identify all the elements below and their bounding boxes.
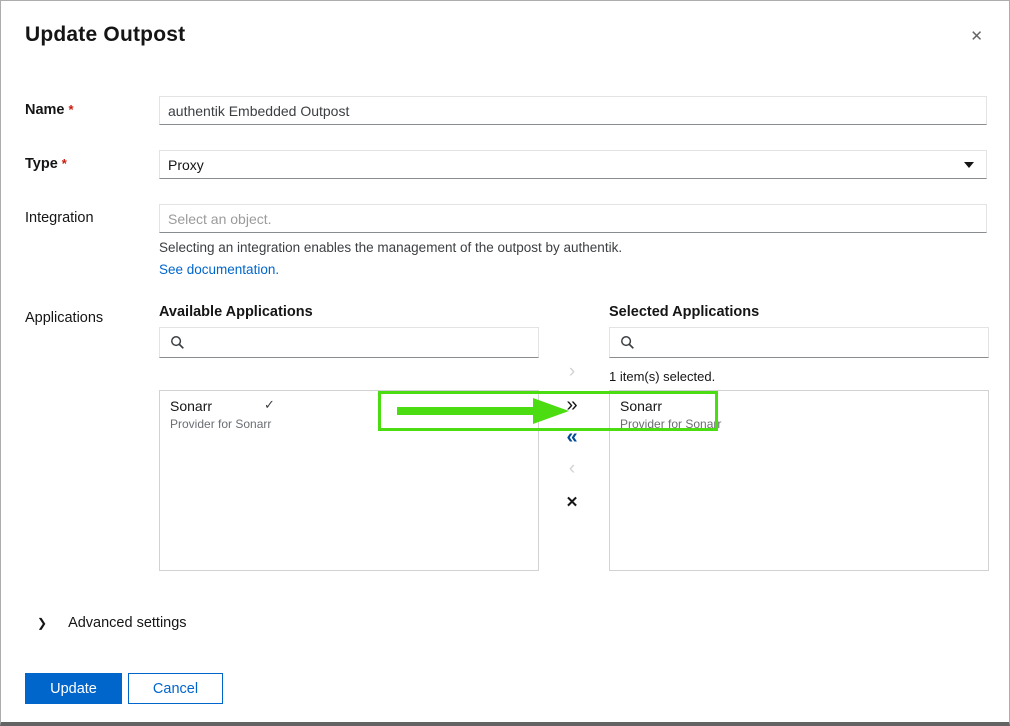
add-all-button[interactable]: » <box>557 392 587 418</box>
clear-selection-button[interactable]: ✕ <box>557 490 587 516</box>
available-search-input[interactable] <box>193 335 528 351</box>
list-item[interactable]: Sonarr Provider for Sonarr <box>610 391 988 437</box>
applications-label: Applications <box>25 310 103 326</box>
cancel-button[interactable]: Cancel <box>128 673 223 704</box>
selected-search-box <box>609 327 989 358</box>
add-selected-button[interactable]: › <box>557 359 587 385</box>
name-label: Name* <box>25 102 74 118</box>
update-outpost-modal: Update Outpost ✕ Name* Type* Proxy Integ… <box>0 0 1010 726</box>
list-item[interactable]: Sonarr Provider for Sonarr ✓ <box>160 391 538 437</box>
caret-down-icon <box>964 162 974 168</box>
required-asterisk: * <box>62 156 67 171</box>
application-name: Sonarr <box>170 398 528 414</box>
name-input[interactable] <box>159 96 987 125</box>
available-search-box <box>159 327 539 358</box>
selected-applications-header: Selected Applications <box>609 304 759 320</box>
advanced-settings-label: Advanced settings <box>68 615 187 631</box>
available-applications-list: Sonarr Provider for Sonarr ✓ <box>159 390 539 571</box>
remove-selected-button[interactable]: ‹ <box>557 456 587 482</box>
check-icon: ✓ <box>264 397 275 413</box>
update-button[interactable]: Update <box>25 673 122 704</box>
application-name: Sonarr <box>620 398 978 414</box>
remove-all-button[interactable]: « <box>557 424 587 450</box>
selected-search-input[interactable] <box>643 335 978 351</box>
integration-input[interactable] <box>159 204 987 233</box>
advanced-settings-toggle[interactable]: ❯ Advanced settings <box>25 609 191 637</box>
chevron-right-icon: ❯ <box>37 616 47 630</box>
integration-help-text: Selecting an integration enables the man… <box>159 240 622 255</box>
see-documentation-link[interactable]: See documentation. <box>159 262 279 277</box>
application-description: Provider for Sonarr <box>620 417 978 431</box>
available-applications-header: Available Applications <box>159 304 313 320</box>
close-icon[interactable]: ✕ <box>970 29 983 44</box>
selected-applications-list: Sonarr Provider for Sonarr <box>609 390 989 571</box>
application-description: Provider for Sonarr <box>170 417 528 431</box>
search-icon <box>170 335 185 350</box>
selected-count-status: 1 item(s) selected. <box>609 369 715 384</box>
type-select[interactable]: Proxy <box>159 150 987 179</box>
search-icon <box>620 335 635 350</box>
required-asterisk: * <box>69 102 74 117</box>
type-label: Type* <box>25 156 67 172</box>
integration-label: Integration <box>25 210 94 226</box>
type-select-value: Proxy <box>168 157 204 173</box>
modal-title: Update Outpost <box>25 23 185 47</box>
